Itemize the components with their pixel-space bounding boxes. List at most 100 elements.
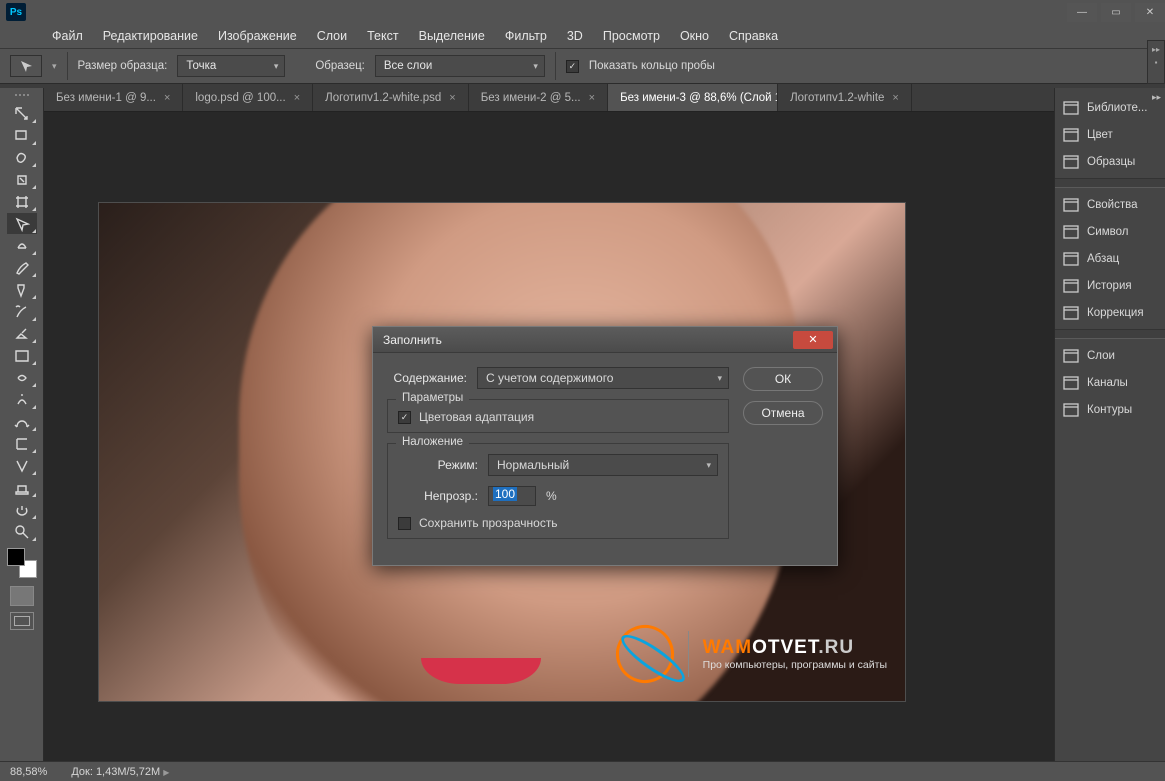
- fill-dialog: Заполнить ✕ Содержание: С учетом содержи…: [372, 326, 838, 566]
- mode-label: Режим:: [398, 458, 488, 472]
- type-tool[interactable]: [7, 433, 37, 454]
- move-tool[interactable]: [7, 103, 37, 124]
- libraries-panel[interactable]: Библиоте...: [1055, 94, 1165, 121]
- menu-файл[interactable]: Файл: [44, 27, 91, 45]
- gradient-tool[interactable]: [7, 345, 37, 366]
- toolbox-handle[interactable]: [4, 94, 40, 102]
- color-adaptation-checkbox[interactable]: ✓: [398, 411, 411, 424]
- paths-panel[interactable]: Контуры: [1055, 396, 1165, 423]
- maximize-button[interactable]: ▭: [1101, 3, 1131, 22]
- tab-label: Логотипv1.2-white.psd: [325, 92, 441, 104]
- pen-tool[interactable]: [7, 411, 37, 432]
- minimize-button[interactable]: —: [1067, 3, 1097, 22]
- show-ring-checkbox[interactable]: ✓: [566, 60, 579, 73]
- document-tab[interactable]: Без имени-2 @ 5... ×: [469, 84, 608, 111]
- menu-просмотр[interactable]: Просмотр: [595, 27, 668, 45]
- cancel-button[interactable]: Отмена: [743, 401, 823, 425]
- app-badge: Ps: [6, 3, 26, 21]
- tab-close-button[interactable]: ×: [892, 92, 898, 104]
- dodge-tool[interactable]: [7, 389, 37, 410]
- dialog-title: Заполнить: [383, 333, 442, 347]
- layers-panel[interactable]: Слои: [1055, 342, 1165, 369]
- swatches-panel[interactable]: Образцы: [1055, 148, 1165, 175]
- menu-текст[interactable]: Текст: [359, 27, 406, 45]
- stamp-tool[interactable]: [7, 279, 37, 300]
- options-bar: ▾ Размер образца: Точка Образец: Все сло…: [0, 48, 1165, 84]
- path-select-tool[interactable]: [7, 455, 37, 476]
- shape-tool[interactable]: [7, 477, 37, 498]
- blending-group: Наложение Режим: Нормальный Непрозр.: 10…: [387, 443, 729, 539]
- quick-select-tool[interactable]: [7, 169, 37, 190]
- parameters-group: Параметры ✓ Цветовая адаптация: [387, 399, 729, 433]
- panel-collapse-button[interactable]: ▸▸: [1152, 92, 1161, 103]
- screenmode-toggle[interactable]: [10, 612, 34, 630]
- tab-label: Без имени-2 @ 5...: [481, 92, 581, 104]
- sample-label: Образец:: [315, 60, 365, 72]
- toolbox: [0, 88, 44, 781]
- properties-panel[interactable]: Свойства: [1055, 191, 1165, 218]
- mode-dropdown[interactable]: Нормальный: [488, 454, 718, 476]
- menu-слои[interactable]: Слои: [309, 27, 355, 45]
- tab-label: logo.psd @ 100...: [195, 92, 285, 104]
- status-bar: 88,58% Док: 1,43M/5,72M ▶: [0, 761, 1165, 781]
- document-tabs: Без имени-1 @ 9...×logo.psd @ 100...×Лог…: [0, 84, 1165, 112]
- paragraph-panel[interactable]: Абзац: [1055, 245, 1165, 272]
- tab-close-button[interactable]: ×: [294, 92, 300, 104]
- opacity-unit: %: [546, 489, 557, 503]
- menu-редактирование[interactable]: Редактирование: [95, 27, 206, 45]
- brush-tool[interactable]: [7, 257, 37, 278]
- zoom-tool[interactable]: [7, 521, 37, 542]
- panel-collapse-strip[interactable]: ▸▸ ▪: [1147, 40, 1165, 84]
- ok-button[interactable]: ОК: [743, 367, 823, 391]
- adjustments-panel[interactable]: Коррекция: [1055, 299, 1165, 326]
- channels-panel[interactable]: Каналы: [1055, 369, 1165, 396]
- document-tab[interactable]: Без имени-3 @ 88,6% (Слой 1 копия, RGB/8…: [608, 84, 778, 111]
- menu-фильтр[interactable]: Фильтр: [497, 27, 555, 45]
- zoom-readout[interactable]: 88,58%: [10, 766, 47, 778]
- sample-layers-dropdown[interactable]: Все слои: [375, 55, 545, 77]
- menu-изображение[interactable]: Изображение: [210, 27, 305, 45]
- quickmask-toggle[interactable]: [10, 586, 34, 606]
- blur-tool[interactable]: [7, 367, 37, 388]
- tab-label: Без имени-3 @ 88,6% (Слой 1 копия, RGB/8…: [620, 92, 778, 104]
- preserve-transparency-label: Сохранить прозрачность: [419, 516, 558, 530]
- dialog-titlebar[interactable]: Заполнить ✕: [373, 327, 837, 353]
- document-tab[interactable]: Логотипv1.2-white×: [778, 84, 912, 111]
- character-panel[interactable]: Символ: [1055, 218, 1165, 245]
- document-tab[interactable]: logo.psd @ 100... ×: [183, 84, 313, 111]
- title-bar: Ps — ▭ ✕: [0, 0, 1165, 24]
- opacity-label: Непрозр.:: [398, 489, 488, 503]
- history-brush-tool[interactable]: [7, 301, 37, 322]
- eraser-tool[interactable]: [7, 323, 37, 344]
- menu-3d[interactable]: 3D: [559, 27, 591, 45]
- color-swatches[interactable]: [7, 548, 37, 578]
- document-tab[interactable]: Без имени-1 @ 9...×: [44, 84, 183, 111]
- current-tool-preview[interactable]: [10, 55, 42, 77]
- sample-size-label: Размер образца:: [78, 60, 168, 72]
- preserve-transparency-checkbox[interactable]: [398, 517, 411, 530]
- menu-выделение[interactable]: Выделение: [411, 27, 493, 45]
- healing-tool[interactable]: [7, 235, 37, 256]
- history-panel[interactable]: История: [1055, 272, 1165, 299]
- sample-size-dropdown[interactable]: Точка: [177, 55, 285, 77]
- menu-справка[interactable]: Справка: [721, 27, 786, 45]
- crop-tool[interactable]: [7, 191, 37, 212]
- tab-close-button[interactable]: ×: [589, 92, 595, 104]
- color-panel[interactable]: Цвет: [1055, 121, 1165, 148]
- hand-tool[interactable]: [7, 499, 37, 520]
- document-tab[interactable]: Логотипv1.2-white.psd ×: [313, 84, 469, 111]
- menu-окно[interactable]: Окно: [672, 27, 717, 45]
- lasso-tool[interactable]: [7, 147, 37, 168]
- dialog-close-button[interactable]: ✕: [793, 331, 833, 349]
- content-dropdown[interactable]: С учетом содержимого: [477, 367, 729, 389]
- tab-close-button[interactable]: ×: [164, 92, 170, 104]
- close-window-button[interactable]: ✕: [1135, 3, 1165, 22]
- color-adaptation-label: Цветовая адаптация: [419, 410, 534, 424]
- panel-dock: Библиоте...ЦветОбразцы СвойстваСимволАбза…: [1054, 88, 1165, 781]
- opacity-input[interactable]: 100: [488, 486, 536, 506]
- eyedropper-tool[interactable]: [7, 213, 37, 234]
- watermark-logo-icon: [607, 617, 681, 691]
- tab-close-button[interactable]: ×: [449, 92, 455, 104]
- doc-size-readout: 1,43M/5,72M: [96, 766, 160, 778]
- marquee-tool[interactable]: [7, 125, 37, 146]
